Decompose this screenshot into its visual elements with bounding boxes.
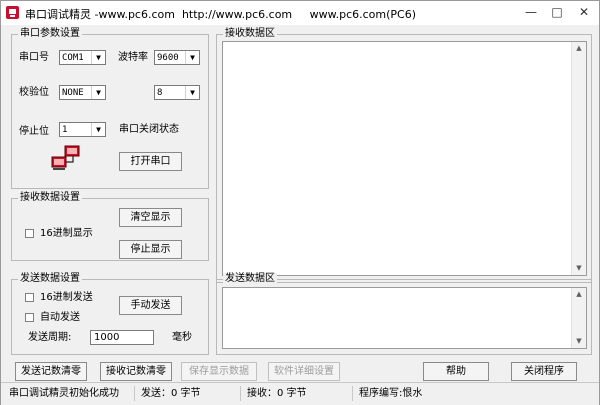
hex-send-label: 16进制发送 [40, 292, 93, 303]
parity-select[interactable]: NONE ▼ [59, 85, 106, 100]
parity-label: 校验位 [19, 87, 49, 98]
status-message: 串口调试精灵初始化成功 [5, 386, 135, 401]
software-details-button[interactable]: 软件详细设置 [268, 362, 340, 381]
clear-send-count-button[interactable]: 发送记数清零 [15, 362, 87, 381]
period-unit-label: 毫秒 [172, 332, 192, 343]
port-select[interactable]: COM1 ▼ [59, 50, 106, 65]
receive-textarea[interactable]: ▲ ▼ [222, 41, 587, 276]
scroll-up-icon[interactable]: ▲ [572, 288, 586, 301]
auto-send-label: 自动发送 [40, 312, 80, 323]
baud-label: 波特率 [118, 52, 148, 63]
parity-value: NONE [62, 88, 84, 98]
receive-settings-title: 接收数据设置 [18, 192, 82, 204]
open-port-button[interactable]: 打开串口 [119, 152, 182, 171]
computer-network-icon [51, 145, 80, 170]
title-bar: 串口调试精灵 -www.pc6.com http://www.pc6.com w… [1, 1, 599, 25]
manual-send-button[interactable]: 手动发送 [119, 296, 182, 315]
stop-display-button[interactable]: 停止显示 [119, 240, 182, 259]
hex-send-checkbox[interactable] [25, 293, 34, 302]
window-title: 串口调试精灵 -www.pc6.com http://www.pc6.com w… [25, 8, 417, 21]
stopbits-label: 停止位 [19, 126, 49, 137]
clear-display-button[interactable]: 清空显示 [119, 208, 182, 227]
send-area-title: 发送数据区 [223, 273, 277, 285]
receive-area-title: 接收数据区 [223, 28, 277, 40]
baud-select[interactable]: 9600 ▼ [154, 50, 200, 65]
status-received-count: 接收：0 字节 [243, 386, 353, 401]
send-scrollbar[interactable]: ▲ ▼ [571, 288, 586, 348]
chevron-down-icon: ▼ [185, 86, 199, 99]
chevron-down-icon: ▼ [185, 51, 199, 64]
status-author: 程序编写:恨水 [359, 388, 423, 399]
help-button[interactable]: 帮助 [423, 362, 489, 381]
databits-value: 8 [157, 88, 163, 98]
clear-recv-count-button[interactable]: 接收记数清零 [100, 362, 172, 381]
stopbits-select[interactable]: 1 ▼ [59, 122, 106, 137]
baud-value: 9600 [157, 53, 179, 63]
app-window: 串口调试精灵 -www.pc6.com http://www.pc6.com w… [0, 0, 600, 405]
databits-select[interactable]: 8 ▼ [154, 85, 200, 100]
scroll-up-icon[interactable]: ▲ [572, 42, 586, 55]
port-value: COM1 [62, 53, 84, 63]
stopbits-value: 1 [62, 125, 68, 135]
close-program-button[interactable]: 关闭程序 [511, 362, 577, 381]
minimize-button[interactable]: — [520, 2, 542, 22]
hex-display-checkbox[interactable] [25, 229, 34, 238]
maximize-button[interactable]: □ [546, 2, 568, 22]
send-period-label: 发送周期: [28, 332, 72, 343]
status-bar: 串口调试精灵初始化成功 发送：0 字节 接收：0 字节 程序编写:恨水 [1, 382, 599, 405]
close-button[interactable]: ✕ [573, 2, 595, 22]
hex-display-label: 16进制显示 [40, 228, 93, 239]
chevron-down-icon: ▼ [91, 51, 105, 64]
save-display-button[interactable]: 保存显示数据 [181, 362, 257, 381]
send-textarea[interactable]: ▲ ▼ [222, 287, 587, 349]
receive-scrollbar[interactable]: ▲ ▼ [571, 42, 586, 275]
scroll-down-icon[interactable]: ▼ [572, 335, 586, 348]
send-period-input[interactable]: 1000 [90, 330, 154, 345]
chevron-down-icon: ▼ [91, 86, 105, 99]
scroll-down-icon[interactable]: ▼ [572, 262, 586, 275]
port-label: 串口号 [19, 52, 49, 63]
app-icon [6, 6, 19, 19]
chevron-down-icon: ▼ [91, 123, 105, 136]
send-settings-title: 发送数据设置 [18, 273, 82, 285]
status-sent-count: 发送：0 字节 [137, 386, 241, 401]
client-area: 串口参数设置 串口号 COM1 ▼ 波特率 9600 ▼ 校验位 NONE ▼ … [1, 25, 599, 382]
port-status-text: 串口关闭状态 [119, 124, 179, 135]
serial-params-title: 串口参数设置 [18, 28, 82, 40]
auto-send-checkbox[interactable] [25, 313, 34, 322]
